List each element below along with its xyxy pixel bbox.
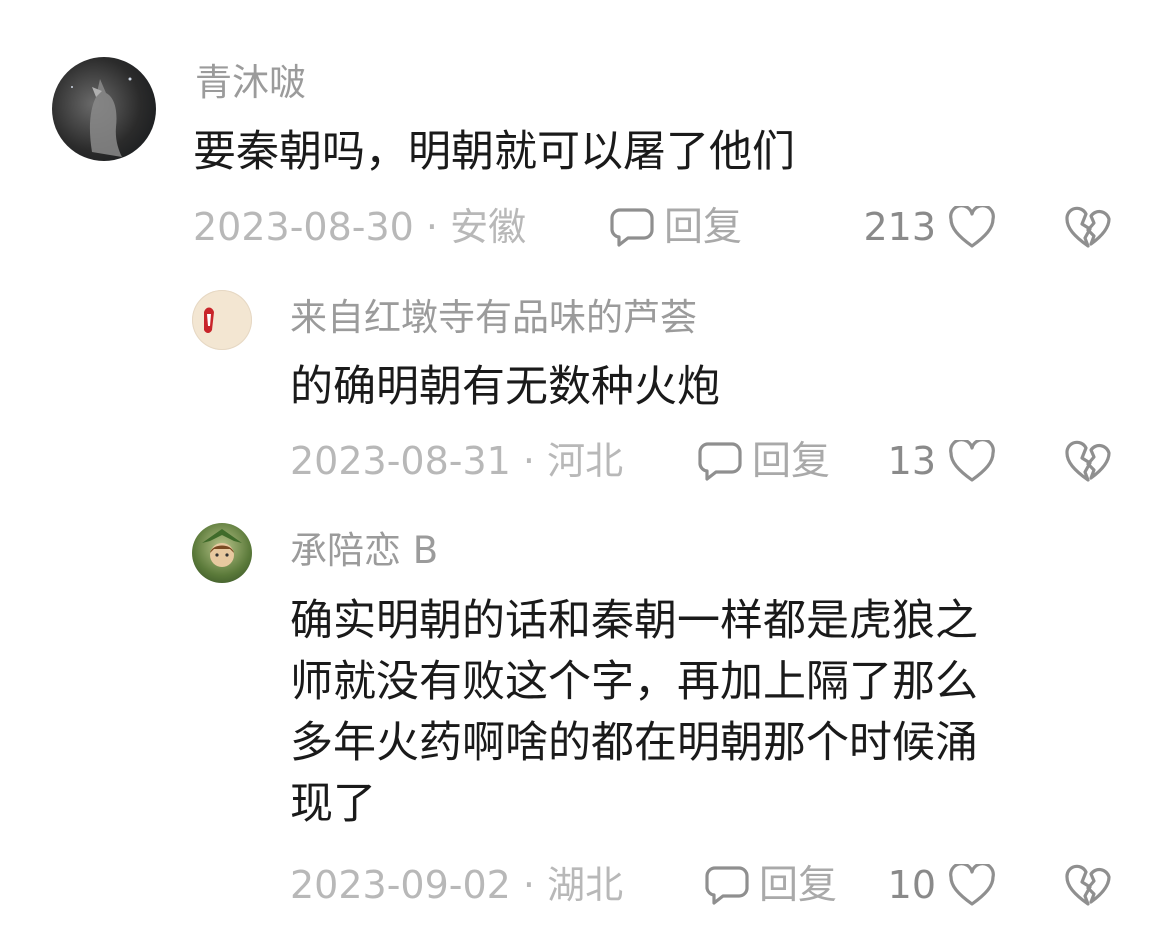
- reply-button[interactable]: 回复: [698, 439, 830, 483]
- avatar[interactable]: [192, 290, 252, 350]
- comment-meta: 2023-08-31 · 河北: [290, 439, 624, 483]
- like-count: 13: [887, 439, 936, 483]
- comment-text-line: 确实明朝的话和秦朝一样都是虎狼之: [290, 596, 978, 646]
- comment-username[interactable]: 来自红墩寺有品味的芦荟: [290, 299, 697, 336]
- comment-text: 要秦朝吗，明朝就可以屠了他们: [193, 131, 795, 174]
- comment-text-line: 要秦朝吗，明朝就可以屠了他们: [193, 127, 795, 177]
- comment-bubble-icon: [698, 442, 742, 481]
- like-count: 213: [863, 205, 936, 249]
- avatar[interactable]: [192, 523, 252, 583]
- comment-text-line: 多年火药啊啥的都在明朝那个时候涌: [290, 718, 978, 768]
- reply-button[interactable]: 回复: [610, 205, 742, 249]
- comment-username[interactable]: 承陪恋 B: [290, 532, 438, 569]
- comment-text-line: 师就没有败这个字，再加上隔了那么: [290, 657, 978, 707]
- green-character-avatar-icon: [202, 529, 242, 567]
- avatar[interactable]: [52, 57, 156, 161]
- illustrated-avatar-icon: [204, 307, 214, 333]
- wolf-avatar-icon: [71, 77, 132, 157]
- comment-meta: 2023-09-02 · 湖北: [290, 863, 624, 907]
- comment-bubble-icon: [705, 866, 749, 905]
- heart-icon[interactable]: [948, 206, 996, 250]
- comment-text-line: 现了: [290, 779, 376, 829]
- broken-heart-icon[interactable]: [1064, 864, 1112, 908]
- comment-meta: 2023-08-30 · 安徽: [193, 205, 527, 249]
- comment-text: 的确明朝有无数种火炮: [290, 366, 720, 409]
- broken-heart-icon[interactable]: [1064, 440, 1112, 484]
- comment-username[interactable]: 青沐啵: [195, 64, 306, 101]
- heart-icon[interactable]: [948, 864, 996, 908]
- heart-icon[interactable]: [948, 440, 996, 484]
- comment-text-line: 的确明朝有无数种火炮: [290, 362, 720, 412]
- comment-text: 确实明朝的话和秦朝一样都是虎狼之 师就没有败这个字，再加上隔了那么 多年火药啊啥…: [290, 600, 978, 844]
- like-count: 10: [887, 863, 936, 907]
- reply-label: 回复: [759, 862, 838, 908]
- reply-button[interactable]: 回复: [705, 863, 837, 907]
- reply-label: 回复: [752, 438, 831, 484]
- reply-label: 回复: [664, 204, 743, 250]
- comment-bubble-icon: [610, 208, 654, 247]
- broken-heart-icon[interactable]: [1064, 206, 1112, 250]
